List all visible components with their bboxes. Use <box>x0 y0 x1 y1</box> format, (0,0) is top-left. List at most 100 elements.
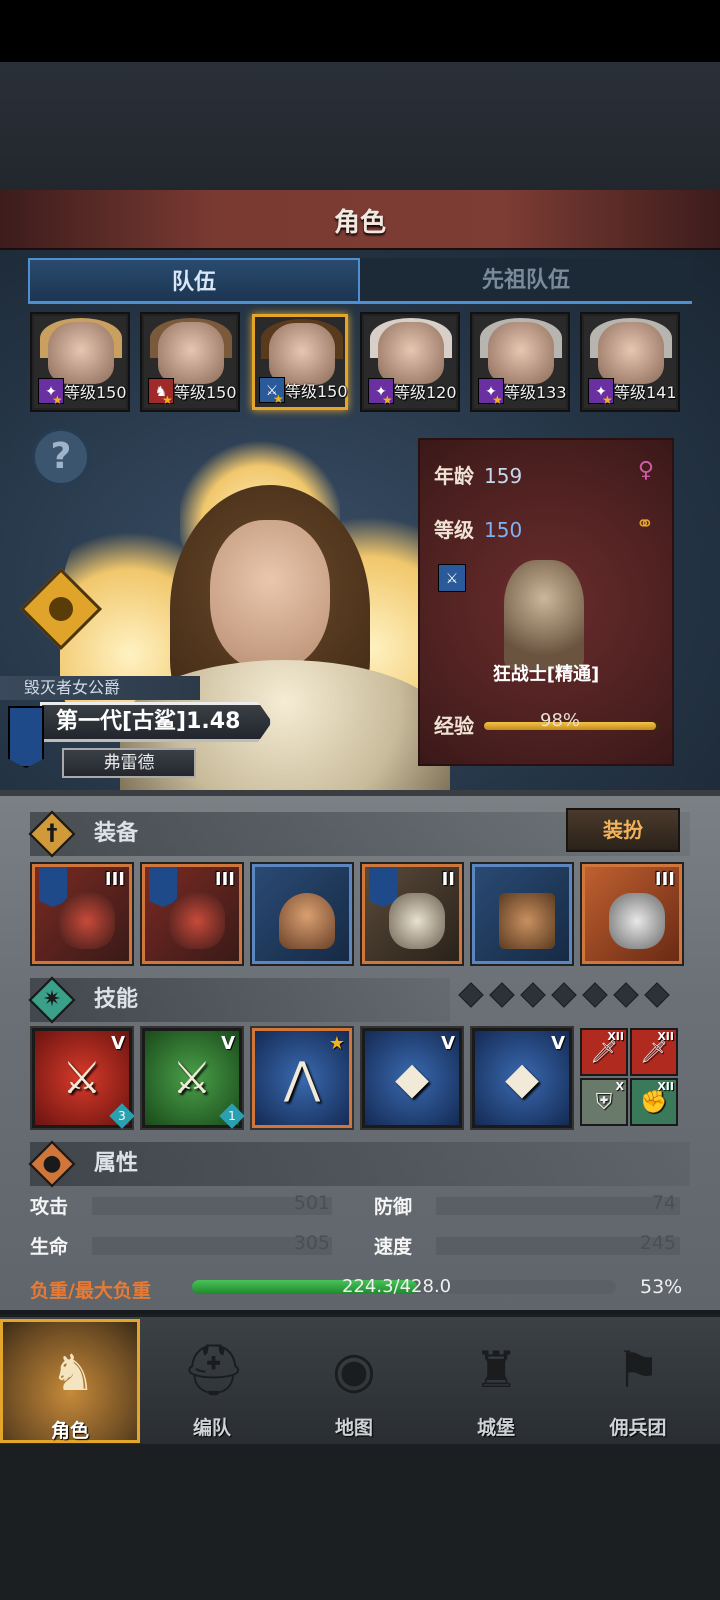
skill-point-pip <box>582 982 608 1008</box>
nav-map[interactable]: ◉ 地图 <box>284 1319 424 1443</box>
horn-icon <box>609 893 665 949</box>
app-root: 角色 队伍 先祖队伍 ✦ ★ 等级150 ♞ ★ 等级150 ⚔ ★ 等级150 <box>0 0 720 1600</box>
skill-slot-2[interactable]: ⚔ V 1 <box>142 1028 245 1129</box>
hero-level: 等级150 <box>64 383 127 402</box>
star-icon: ★ <box>328 1033 345 1054</box>
sword-icon: 🗡 <box>640 1040 668 1065</box>
female-icon: ♀ <box>637 458 654 483</box>
passive-slot-4[interactable]: ✊ XII <box>630 1078 678 1126</box>
passive-slot-1[interactable]: 🗡 XII <box>580 1028 628 1076</box>
load-label: 负重/最大负重 <box>30 1280 151 1302</box>
tab-team[interactable]: 队伍 <box>28 258 360 304</box>
skill-slot-3[interactable]: ⋀ ★ <box>252 1028 352 1128</box>
skills-symbol: ✷ <box>42 987 62 1012</box>
skill-point-pip <box>644 982 670 1008</box>
equipment-slot-boots[interactable] <box>472 864 572 964</box>
equipment-label: 装备 <box>94 821 139 846</box>
sword-strike-icon: ⚔ <box>62 1053 102 1104</box>
skill-rank: V <box>551 1033 565 1054</box>
equipment-slot-accessory[interactable]: III <box>582 864 682 964</box>
passive-rank: X <box>615 1080 624 1093</box>
nav-label: 编队 <box>192 1417 231 1439</box>
speed-value: 245 <box>639 1232 676 1254</box>
compass-icon: ◉ <box>332 1341 376 1399</box>
star-icon: ★ <box>602 393 613 407</box>
passive-slot-3[interactable]: ⛨ X <box>580 1078 628 1126</box>
banner-icon: ⚑ <box>615 1341 661 1399</box>
charge-icon: ⚔ <box>172 1053 212 1104</box>
knight-icon: ♞ <box>50 1344 96 1402</box>
skill-count: 1 <box>228 1109 236 1123</box>
equipment-slot-armor[interactable]: II <box>362 864 462 964</box>
speed-label: 速度 <box>374 1236 413 1258</box>
hero-slot-1[interactable]: ✦ ★ 等级150 <box>32 314 128 410</box>
nav-formation[interactable]: ⛑ 编队 <box>142 1319 282 1443</box>
skill-count-badge: 1 <box>219 1103 245 1129</box>
star-icon: ★ <box>382 393 393 407</box>
nav-character[interactable]: ♞ 角色 <box>0 1319 140 1443</box>
dress-up-button[interactable]: 装扮 <box>566 808 680 852</box>
item-rank: III <box>214 869 235 890</box>
skill-rank: V <box>221 1033 235 1054</box>
skill-point-pip <box>551 982 577 1008</box>
skill-point-pip <box>613 982 639 1008</box>
load-percent: 53% <box>640 1276 683 1298</box>
item-rank: III <box>654 869 675 890</box>
passive-rank: XII <box>657 1080 674 1093</box>
hero-slot-2[interactable]: ♞ ★ 等级150 <box>142 314 238 410</box>
character-face <box>210 520 330 670</box>
hero-level: 等级120 <box>394 383 457 402</box>
hero-slot-3[interactable]: ⚔ ★ 等级150 <box>252 314 348 410</box>
skill-slot-1[interactable]: ⚔ V 3 <box>32 1028 135 1129</box>
equipment-slot-weapon-2[interactable]: III <box>142 864 242 964</box>
bottom-nav: ♞ 角色 ⛑ 编队 ◉ 地图 ♜ 城堡 ⚑ 佣兵团 <box>0 1314 720 1444</box>
claw-icon: ⋀ <box>283 1053 321 1104</box>
character-subname: 弗雷德 <box>62 748 196 778</box>
passive-slot-2[interactable]: 🗡 XII <box>630 1028 678 1076</box>
hero-portrait <box>598 322 664 384</box>
equipment-slot-helmet[interactable] <box>252 864 352 964</box>
page-title: 角色 <box>333 208 386 238</box>
exp-percent: 98% <box>540 710 581 731</box>
character-name: 第一代[古鲨]1.48 <box>42 705 270 739</box>
load-value: 224.3/428.0 <box>342 1276 452 1297</box>
level-row: 等级 150 <box>434 514 522 543</box>
nav-castle[interactable]: ♜ 城堡 <box>426 1319 566 1443</box>
rings-icon[interactable]: ⚭ <box>636 512 654 537</box>
crystal-horse-icon: ◆ <box>505 1053 539 1104</box>
title-bar: 角色 <box>0 190 720 250</box>
attributes-header: ● 属性 <box>28 1140 690 1188</box>
tab-ancestor-team[interactable]: 先祖队伍 <box>360 258 692 304</box>
passive-rank: XII <box>657 1030 674 1043</box>
skill-count: 3 <box>118 1109 126 1123</box>
class-name: 狂战士[精通] <box>492 664 600 685</box>
hero-slot-5[interactable]: ✦ ★ 等级133 <box>472 314 568 410</box>
skill-rank: V <box>111 1033 125 1054</box>
hero-slot-6[interactable]: ✦ ★ 等级141 <box>582 314 678 410</box>
nav-mercenary[interactable]: ⚑ 佣兵团 <box>568 1319 708 1443</box>
helmet-icon <box>279 893 335 949</box>
name-plate: 第一代[古鲨]1.48 <box>40 702 272 742</box>
age-value: 159 <box>484 464 523 488</box>
defense-label: 防御 <box>374 1196 413 1218</box>
hero-slot-4[interactable]: ✦ ★ 等级120 <box>362 314 458 410</box>
class-figure <box>504 560 584 670</box>
star-icon: ★ <box>273 392 284 406</box>
age-row: 年龄 159 <box>434 460 522 489</box>
equipment-slot-weapon-1[interactable]: III <box>32 864 132 964</box>
attack-label: 攻击 <box>30 1196 69 1218</box>
nav-label: 角色 <box>50 1420 89 1442</box>
guild-banner-icon <box>8 706 44 768</box>
castle-icon: ♜ <box>473 1341 519 1399</box>
skill-slot-5[interactable]: ◆ V <box>472 1028 572 1128</box>
shield-icon: ⛨ <box>595 1090 613 1115</box>
level-value: 150 <box>484 518 523 542</box>
sword-icon: 🗡 <box>590 1040 618 1065</box>
nav-label: 地图 <box>334 1417 373 1439</box>
boots-icon <box>499 893 555 949</box>
skill-rank: V <box>441 1033 455 1054</box>
helmet-icon: ⛑ <box>182 1341 246 1399</box>
skill-slot-4[interactable]: ◆ V <box>362 1028 462 1128</box>
attack-value: 501 <box>293 1192 330 1214</box>
nav-label: 佣兵团 <box>609 1417 667 1439</box>
